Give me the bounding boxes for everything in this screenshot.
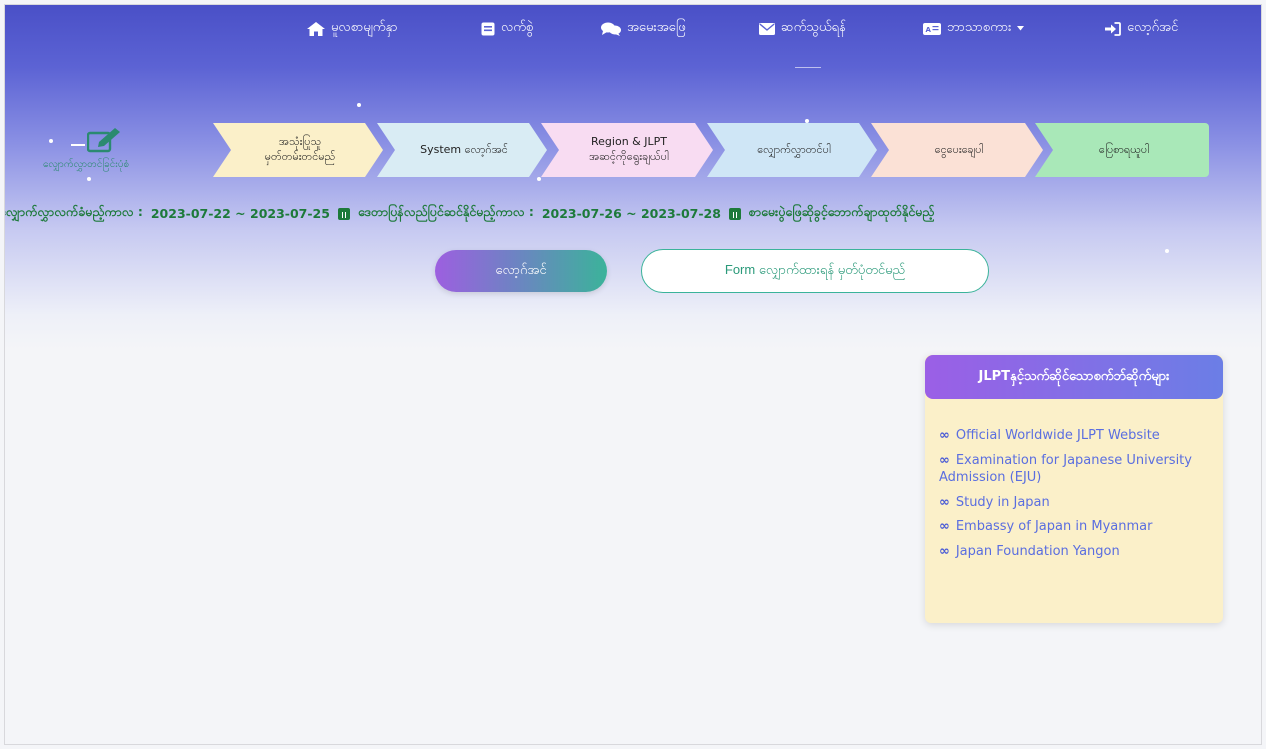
decor-dot — [87, 177, 91, 181]
nav-contact[interactable]: ဆက်သွယ်ရန် — [759, 19, 846, 38]
top-nav: မူလစာမျက်နှာ လက်စွဲ အမေးအဖြေ ဆက်သွယ်ရန် … — [5, 19, 1261, 49]
list-item: ∞ Official Worldwide JLPT Website — [939, 427, 1209, 445]
apply-period-range: 2023-07-22 ~ 2023-07-25 — [150, 206, 330, 221]
list-item: ∞ Examination for Japanese University Adm… — [939, 452, 1209, 487]
caret-down-icon — [1017, 26, 1025, 31]
nav-manual[interactable]: လက်စွဲ — [481, 19, 533, 38]
step-payment: ငွေပေးချေပါ — [871, 123, 1043, 177]
envelope-icon — [759, 22, 775, 35]
link-eju[interactable]: Examination for Japanese University Admi… — [939, 453, 1192, 486]
login-button[interactable]: လော့ဂ်အင် — [435, 250, 607, 292]
list-item: ∞ Japan Foundation Yangon — [939, 543, 1209, 561]
step-select-region: Region & JLPT အဆင့်ကိုရွေးချယ်ပါ — [541, 123, 713, 177]
jlpt-links-list: ∞ Official Worldwide JLPT Website ∞ Examin… — [925, 399, 1223, 560]
calendar-icon — [728, 207, 741, 220]
calendar-icon — [337, 207, 350, 220]
home-icon — [307, 21, 325, 36]
ticket-period-label: စာမေးပွဲဖြေဆိုခွင့်ဘောက်ချာထုတ်နိုင်မည့် — [748, 204, 935, 219]
link-icon: ∞ — [939, 519, 950, 535]
schedule-line: လျှောက်လွှာလက်ခံမည့်ကာလ : 2023-07-22 ~ 2… — [4, 204, 935, 223]
decor-dot — [357, 103, 361, 107]
nav-login[interactable]: လော့ဂ်အင် — [1105, 19, 1178, 38]
jlpt-links-card: JLPTနှင့်သက်ဆိုင်သောစက်ဘ်ဆိုက်များ ∞ Offi… — [925, 355, 1223, 623]
nav-divider — [795, 67, 821, 68]
step-register: အသုံးပြုသူ မှတ်တမ်းတင်မည် — [213, 123, 383, 177]
list-item: ∞ Embassy of Japan in Myanmar — [939, 518, 1209, 536]
link-official-jlpt[interactable]: Official Worldwide JLPT Website — [956, 428, 1160, 443]
list-item: ∞ Study in Japan — [939, 494, 1209, 512]
sign-in-icon — [1105, 21, 1121, 36]
link-icon: ∞ — [939, 428, 950, 443]
nav-language[interactable]: A ဘာသာစကား — [923, 19, 1025, 38]
nav-login-label: လော့ဂ်အင် — [1127, 20, 1179, 35]
link-icon: ∞ — [939, 494, 950, 510]
nav-faq[interactable]: အမေးအဖြေ — [601, 19, 686, 38]
edit-icon — [86, 127, 121, 157]
nav-faq-label: အမေးအဖြေ — [627, 20, 686, 35]
edit-period-range: 2023-07-26 ~ 2023-07-28 — [541, 206, 721, 221]
page-frame: မူလစာမျက်နှာ လက်စွဲ အမေးအဖြေ ဆက်သွယ်ရန် … — [4, 4, 1262, 745]
register-form-button[interactable]: Form လျှောက်ထားရန် မှတ်ပုံတင်မည် — [641, 249, 989, 293]
book-icon — [481, 22, 495, 36]
language-icon: A — [923, 22, 941, 35]
decor-dot — [537, 177, 541, 181]
jlpt-links-title: JLPTနှင့်သက်ဆိုင်သောစက်ဘ်ဆိုက်များ — [925, 355, 1223, 399]
nav-home-label: မူလစာမျက်နှာ — [331, 20, 398, 35]
link-icon: ∞ — [939, 452, 950, 468]
apply-period-label: လျှောက်လွှာလက်ခံမည့်ကာလ : — [4, 204, 143, 219]
step-apply: လျှောက်လွှာတင်ပါ — [707, 123, 877, 177]
link-icon: ∞ — [939, 543, 950, 559]
hero-banner — [5, 5, 1261, 350]
nav-language-label: ဘာသာစကား — [947, 20, 1012, 35]
edit-period-label: ဒေတာပြန်လည်ပြင်ဆင်နိုင်မည့်ကာလ : — [357, 204, 534, 219]
decor-dot — [1165, 249, 1169, 253]
step-receipt: ပြေစာရယူပါ — [1035, 123, 1209, 177]
link-study-in-japan[interactable]: Study in Japan — [956, 495, 1050, 510]
steps-intro: လျှောက်လွှာတင်ခြင်းပုံစံ — [35, 127, 175, 177]
step-system-login: System လော့ဂ်အင် — [377, 123, 547, 177]
link-japan-foundation[interactable]: Japan Foundation Yangon — [956, 544, 1120, 559]
decor-dot — [805, 119, 809, 123]
link-embassy[interactable]: Embassy of Japan in Myanmar — [956, 519, 1153, 534]
nav-manual-label: လက်စွဲ — [501, 20, 534, 35]
comments-icon — [601, 22, 621, 36]
steps-connector — [71, 144, 85, 146]
steps-label: လျှောက်လွှာတင်ခြင်းပုံစံ — [43, 159, 130, 170]
svg-text:A: A — [926, 26, 932, 34]
nav-home[interactable]: မူလစာမျက်နှာ — [307, 19, 398, 38]
nav-contact-label: ဆက်သွယ်ရန် — [781, 20, 846, 35]
